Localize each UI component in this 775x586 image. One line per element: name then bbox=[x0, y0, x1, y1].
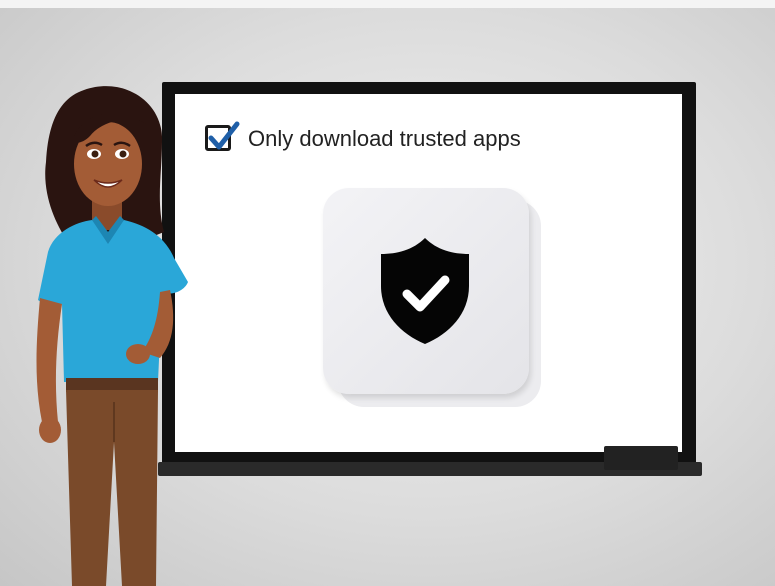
shield-check-icon bbox=[381, 238, 469, 344]
top-border bbox=[0, 0, 775, 8]
eraser bbox=[604, 446, 678, 470]
checkbox-checked bbox=[205, 121, 240, 151]
checkmark-icon bbox=[208, 121, 240, 150]
presenter-illustration bbox=[36, 86, 188, 586]
checklist-item-label: Only download trusted apps bbox=[248, 126, 521, 151]
slide-scene: Only download trusted apps bbox=[0, 0, 775, 586]
